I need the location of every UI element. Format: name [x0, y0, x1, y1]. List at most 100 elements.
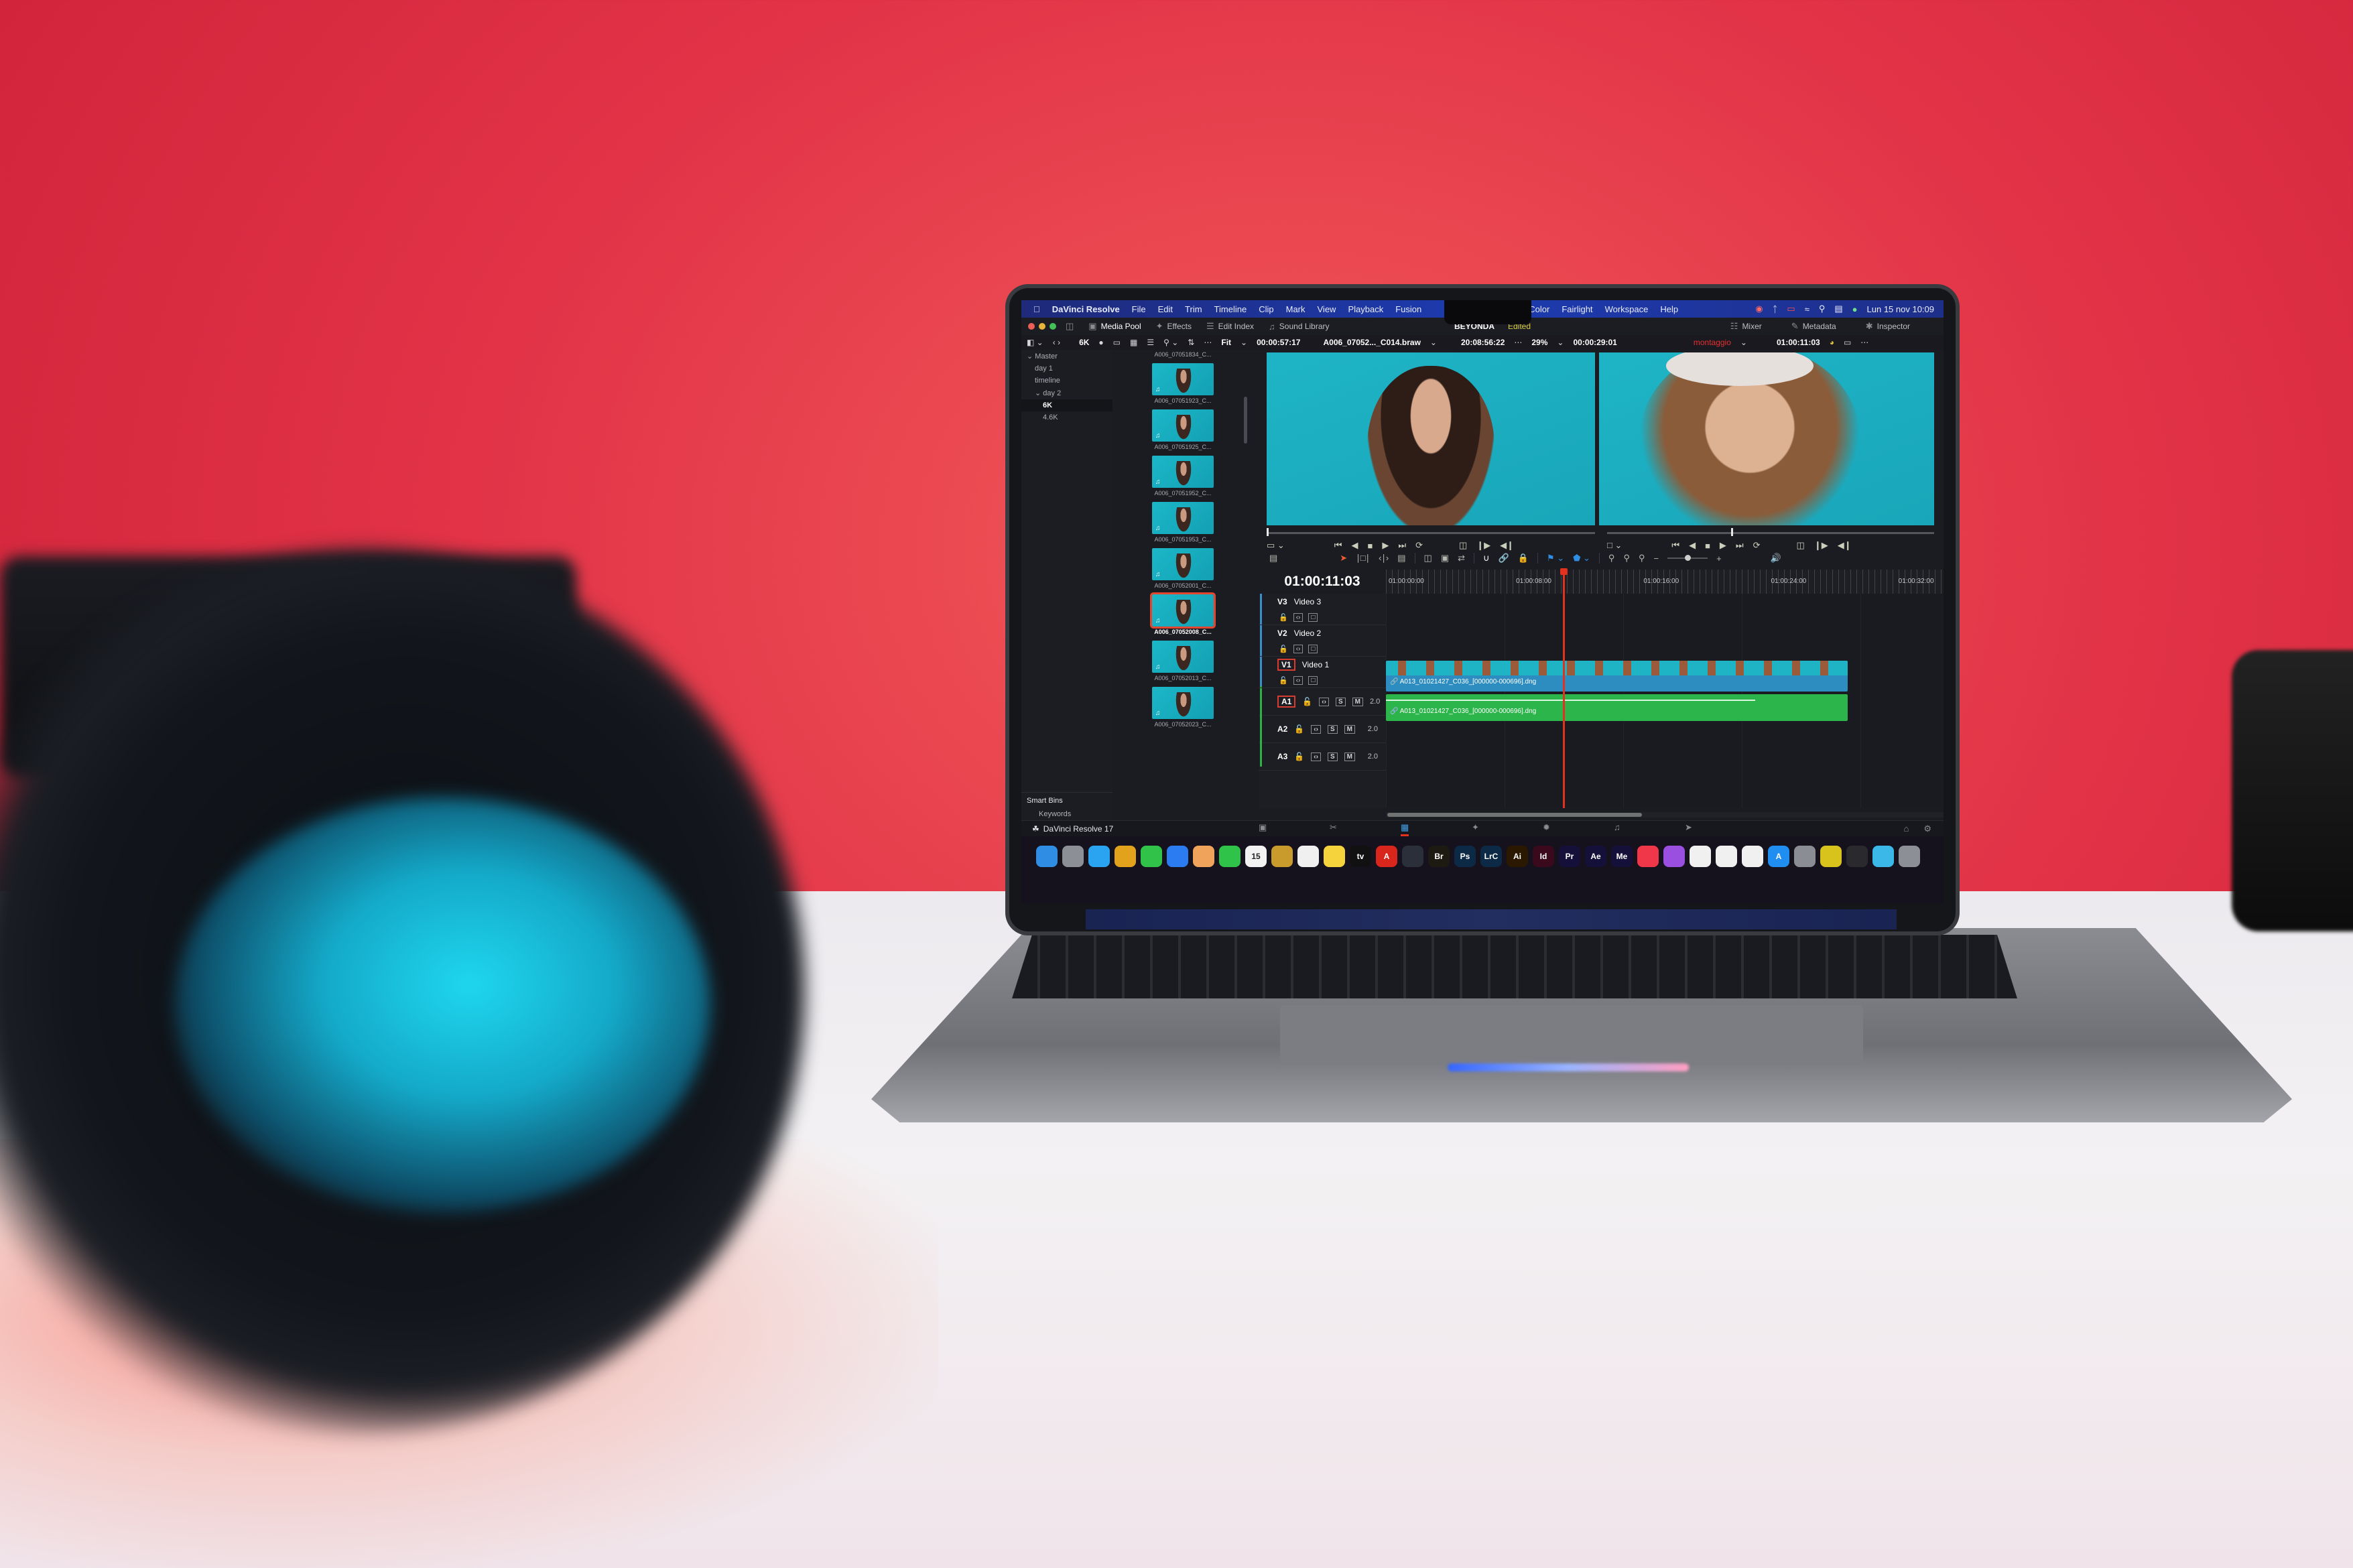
- zoom-full-icon[interactable]: ⚲: [1608, 553, 1615, 564]
- dock-app-after-effects[interactable]: Ae: [1585, 846, 1606, 867]
- track-a1[interactable]: A1 🔓 ‹› S M 2.0: [1259, 688, 1386, 716]
- list-view-icon[interactable]: ☰: [1147, 338, 1154, 347]
- track-id[interactable]: A1: [1277, 696, 1296, 708]
- insert-clip-icon[interactable]: ◫: [1424, 553, 1432, 564]
- deliver-page-tab[interactable]: ➤: [1685, 822, 1692, 833]
- dock-app-calendar[interactable]: 15: [1245, 846, 1267, 867]
- more-options-icon[interactable]: ⋯: [1860, 338, 1868, 347]
- selection-tool-icon[interactable]: ➤: [1340, 553, 1347, 564]
- mixer-button[interactable]: ☷ Mixer: [1730, 321, 1762, 332]
- creative-cloud-icon[interactable]: ◉: [1755, 304, 1763, 314]
- menu-app-name[interactable]: DaVinci Resolve: [1052, 304, 1120, 314]
- menu-file[interactable]: File: [1132, 304, 1146, 314]
- dock-app-illustrator[interactable]: Ai: [1507, 846, 1528, 867]
- dock-app-messages[interactable]: [1141, 846, 1162, 867]
- audio-level-icon[interactable]: 🔊: [1771, 553, 1781, 564]
- trim-tool-icon[interactable]: ∣□∣: [1356, 553, 1370, 564]
- media-clip[interactable]: ♫ A006_07051925_C...: [1152, 409, 1214, 450]
- dock-app-pages[interactable]: [1742, 846, 1763, 867]
- dock-app-photos[interactable]: [1193, 846, 1214, 867]
- dock-app-reminders[interactable]: [1297, 846, 1319, 867]
- effects-button[interactable]: ✦ Effects: [1156, 321, 1192, 332]
- dock-app-bridge[interactable]: Br: [1428, 846, 1450, 867]
- snapping-icon[interactable]: ∪: [1483, 553, 1490, 564]
- track-a3[interactable]: A3 🔓 ‹› S M 2.0: [1259, 743, 1386, 771]
- inspector-button[interactable]: ✱ Inspector: [1866, 321, 1910, 332]
- dock-app-lightroom-classic[interactable]: LrC: [1480, 846, 1502, 867]
- wifi-icon[interactable]: ≈: [1805, 304, 1809, 314]
- dock-app-numbers[interactable]: [1716, 846, 1737, 867]
- dock-app-facetime[interactable]: [1219, 846, 1241, 867]
- menu-timeline[interactable]: Timeline: [1214, 304, 1247, 314]
- flag-icon[interactable]: ⚑ ⌄: [1547, 553, 1564, 564]
- sort-icon[interactable]: ⇅: [1188, 338, 1194, 347]
- dock-app-finder[interactable]: [1036, 846, 1058, 867]
- media-clip[interactable]: ♫ A006_07051952_C...: [1152, 456, 1214, 497]
- bluetooth-icon[interactable]: ᛏ: [1773, 304, 1778, 314]
- dock-app-downloads[interactable]: [1872, 846, 1894, 867]
- menu-clip[interactable]: Clip: [1259, 304, 1273, 314]
- media-clip[interactable]: A006_07051834_C...: [1152, 351, 1214, 358]
- blade-tool-icon[interactable]: ▤: [1397, 553, 1405, 564]
- auto-select-icon[interactable]: ‹›: [1293, 612, 1303, 622]
- dock-app-podcasts[interactable]: [1663, 846, 1685, 867]
- mute-button[interactable]: M: [1344, 724, 1355, 734]
- dock-app-media-encoder[interactable]: Me: [1611, 846, 1633, 867]
- menu-workspace[interactable]: Workspace: [1605, 304, 1649, 314]
- track-enable-icon[interactable]: □: [1308, 612, 1318, 622]
- media-clip-selected[interactable]: ♫ A006_07052008_C...: [1150, 592, 1216, 635]
- video-clip[interactable]: 🔗 A013_01021427_C036_[000000-000696].dng: [1386, 661, 1848, 692]
- viewer-mode-icon[interactable]: ▭: [1844, 338, 1851, 347]
- edit-page-tab[interactable]: ▦: [1401, 822, 1409, 836]
- apple-logo-icon[interactable]: : [1033, 304, 1040, 314]
- dock-app-apple-tv[interactable]: tv: [1350, 846, 1371, 867]
- timeline-name-dropdown[interactable]: montaggio: [1694, 338, 1731, 347]
- lock-icon[interactable]: 🔓: [1279, 645, 1288, 653]
- sound-library-button[interactable]: ♫ Sound Library: [1269, 322, 1329, 332]
- lock-icon[interactable]: 🔓: [1279, 613, 1288, 622]
- bin-timeline[interactable]: timeline: [1021, 375, 1112, 387]
- track-a2[interactable]: A2 🔓 ‹› S M 2.0: [1259, 716, 1386, 743]
- menu-playback[interactable]: Playback: [1348, 304, 1383, 314]
- color-page-tab[interactable]: ✹: [1543, 822, 1550, 833]
- dock-app-launchpad[interactable]: [1062, 846, 1084, 867]
- timeline-horizontal-scrollbar[interactable]: [1386, 812, 1944, 818]
- bin-resolution[interactable]: 6K: [1079, 338, 1089, 347]
- menu-mark[interactable]: Mark: [1286, 304, 1306, 314]
- smart-bin-keywords[interactable]: Keywords: [1021, 810, 1112, 818]
- battery-icon[interactable]: ▭: [1787, 304, 1795, 314]
- dock-app-keynote-like[interactable]: [1271, 846, 1293, 867]
- overwrite-clip-icon[interactable]: ▣: [1441, 553, 1449, 564]
- media-pool-button[interactable]: ▣ Media Pool: [1088, 321, 1141, 332]
- fusion-page-tab[interactable]: ✦: [1472, 822, 1479, 833]
- timeline-ruler[interactable]: 01:00:00:00 01:00:08:00 01:00:16:00 01:0…: [1386, 570, 1944, 594]
- chevron-down-icon[interactable]: ⌄: [1557, 338, 1564, 347]
- menu-trim[interactable]: Trim: [1185, 304, 1202, 314]
- record-dot-icon[interactable]: ●: [1098, 338, 1103, 347]
- dock-app-trash[interactable]: [1899, 846, 1920, 867]
- track-v2[interactable]: V2 Video 2 🔓 ‹› □: [1259, 625, 1386, 657]
- dynamic-trim-icon[interactable]: ‹∣›: [1379, 553, 1389, 564]
- source-playhead[interactable]: [1267, 528, 1269, 536]
- media-clip[interactable]: ♫ A006_07051923_C...: [1152, 363, 1214, 404]
- presentation-icon[interactable]: ◫: [1066, 321, 1074, 332]
- mute-button[interactable]: M: [1344, 752, 1355, 761]
- thumbnail-view-icon[interactable]: ▦: [1130, 338, 1137, 347]
- dock-app-music[interactable]: [1637, 846, 1659, 867]
- track-enable-icon[interactable]: □: [1308, 675, 1318, 685]
- chevron-down-icon[interactable]: ⌄: [1241, 338, 1247, 347]
- source-clip-dropdown[interactable]: A006_07052..._C014.braw: [1323, 338, 1420, 347]
- dock-app-app-store[interactable]: A: [1768, 846, 1789, 867]
- settings-icon[interactable]: ⚙: [1923, 824, 1931, 834]
- zoom-window-button[interactable]: [1050, 323, 1056, 330]
- audio-clip[interactable]: 🔗 A013_01021427_C036_[000000-000696].dng: [1386, 694, 1848, 721]
- source-viewer[interactable]: [1267, 352, 1595, 525]
- timeline-zoom-slider[interactable]: [1667, 555, 1708, 561]
- track-id[interactable]: V1: [1277, 659, 1295, 671]
- dock-app-keynote[interactable]: [1690, 846, 1711, 867]
- dock-app-davinci-resolve[interactable]: [1402, 846, 1423, 867]
- dock-app-terminal-like[interactable]: [1846, 846, 1868, 867]
- panel-layout-icon[interactable]: ◧ ⌄: [1027, 338, 1043, 347]
- solo-button[interactable]: S: [1327, 752, 1338, 761]
- metadata-view-icon[interactable]: ▭: [1113, 338, 1121, 347]
